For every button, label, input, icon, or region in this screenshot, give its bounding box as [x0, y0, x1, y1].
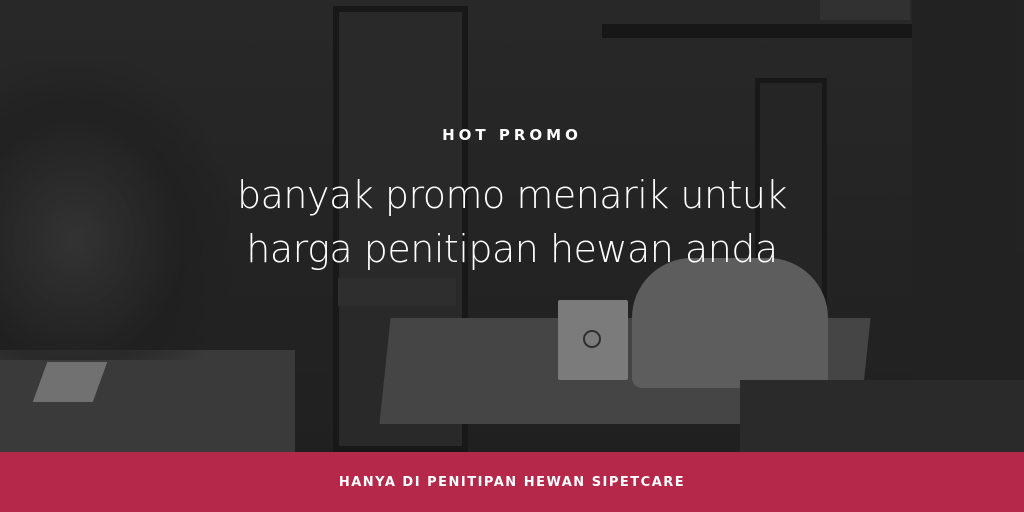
promo-title-line-1: banyak promo menarik untuk — [236, 173, 788, 217]
promo-title-line-2: harga penitipan hewan anda — [246, 227, 778, 271]
headline-block: HOT PROMO banyak promo menarik untuk har… — [0, 0, 1024, 452]
promo-title: banyak promo menarik untuk harga penitip… — [0, 168, 1024, 276]
promo-banner: HOT PROMO banyak promo menarik untuk har… — [0, 0, 1024, 512]
footer-bar: HANYA DI PENITIPAN HEWAN SIPETCARE — [0, 452, 1024, 512]
footer-text: HANYA DI PENITIPAN HEWAN SIPETCARE — [338, 474, 686, 490]
promo-kicker: HOT PROMO — [442, 126, 582, 144]
